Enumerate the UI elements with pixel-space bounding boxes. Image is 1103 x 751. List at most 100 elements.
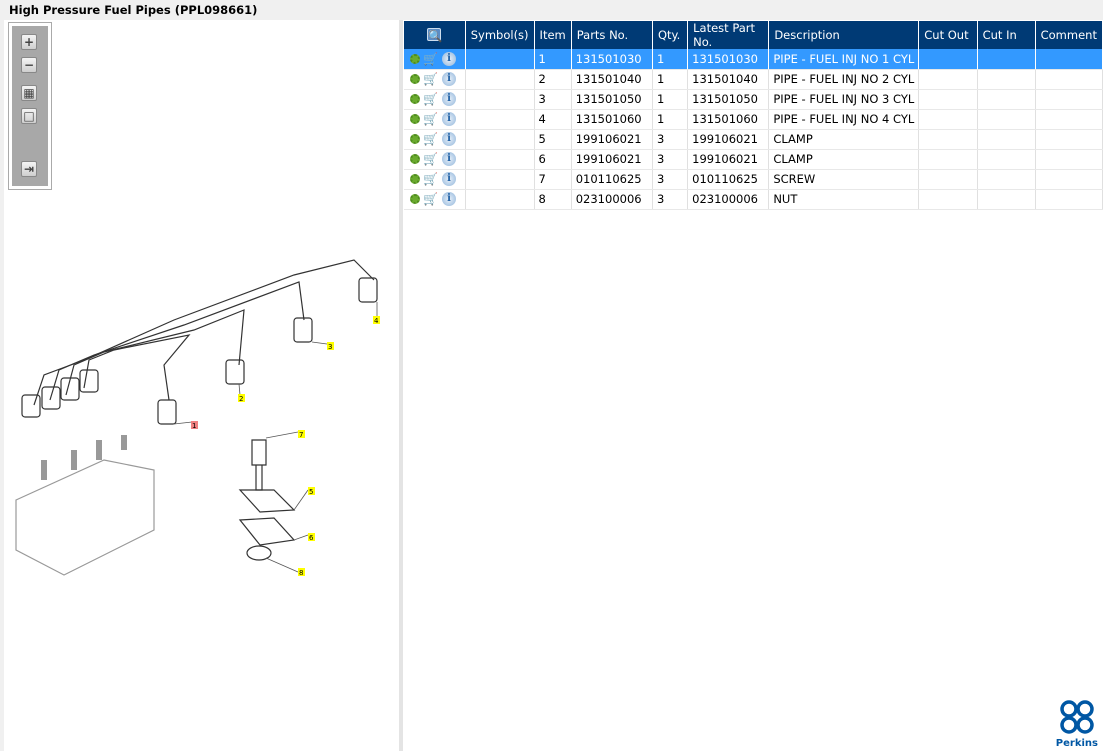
qty-cell: 1 [652, 69, 689, 90]
parts-table: 🔍 Symbol(s) Item Parts No. Qty. Latest P… [404, 21, 1103, 210]
comment-cell [1035, 149, 1103, 170]
latest-part-no-cell: 199106021 [687, 129, 770, 150]
cut-out-cell [918, 89, 978, 110]
info-icon[interactable]: i [442, 112, 456, 127]
column-symbols[interactable]: Symbol(s) [465, 21, 535, 49]
symbols-cell [465, 69, 535, 90]
info-icon[interactable]: i [442, 52, 456, 66]
parts-no-cell: 199106021 [571, 149, 653, 170]
latest-part-no-cell: 023100006 [687, 189, 770, 210]
cut-out-cell [918, 189, 978, 210]
table-row[interactable]: 🛒 i 8 023100006 3 023100006 NUT [404, 189, 1103, 210]
gear-icon[interactable] [410, 134, 420, 145]
callout-8[interactable]: 8 [299, 569, 303, 577]
callout-4[interactable]: 4 [374, 317, 379, 325]
description-cell: PIPE - FUEL INJ NO 2 CYL [768, 69, 920, 90]
table-row[interactable]: 🛒 i 2 131501040 1 131501040 PIPE - FUEL I… [404, 69, 1103, 90]
callout-6[interactable]: 6 [309, 534, 314, 542]
zoom-in-button[interactable]: + [21, 34, 37, 50]
gear-icon[interactable] [410, 154, 420, 165]
cut-out-cell [918, 109, 978, 130]
diagram-panel[interactable]: + − ▦ □ ⇥ 1 2 3 4 5 6 7 8 [4, 20, 399, 751]
table-row[interactable]: 🛒 i 4 131501060 1 131501060 PIPE - FUEL I… [404, 109, 1103, 130]
callout-7[interactable]: 7 [299, 431, 303, 439]
fit-window-button[interactable]: □ [21, 108, 37, 124]
cart-icon[interactable]: 🛒 [423, 153, 439, 165]
gear-icon[interactable] [410, 114, 420, 125]
column-cut-in[interactable]: Cut In [977, 21, 1036, 49]
cart-icon[interactable]: 🛒 [423, 113, 439, 125]
table-row[interactable]: 🛒 i 1 131501030 1 131501030 PIPE - FUEL I… [404, 49, 1103, 70]
viewer-toolbar: + − ▦ □ ⇥ [8, 22, 52, 190]
info-icon[interactable]: i [442, 132, 456, 147]
cart-icon[interactable]: 🛒 [423, 73, 439, 85]
cut-out-cell [918, 49, 978, 70]
parts-no-cell: 010110625 [571, 169, 653, 190]
item-cell: 3 [534, 89, 572, 110]
fit-all-button[interactable]: ▦ [21, 85, 37, 101]
cart-icon[interactable]: 🛒 [423, 133, 439, 145]
cut-in-cell [977, 169, 1036, 190]
parts-no-cell: 131501030 [571, 49, 653, 70]
column-filter-icon[interactable]: 🔍 [404, 21, 466, 49]
table-row[interactable]: 🛒 i 6 199106021 3 199106021 CLAMP [404, 149, 1103, 170]
latest-part-no-cell: 131501030 [687, 49, 770, 70]
table-row[interactable]: 🛒 i 5 199106021 3 199106021 CLAMP [404, 129, 1103, 150]
gear-icon[interactable] [410, 174, 420, 185]
cart-icon[interactable]: 🛒 [423, 93, 439, 105]
cut-in-cell [977, 129, 1036, 150]
cut-out-cell [918, 149, 978, 170]
table-row[interactable]: 🛒 i 7 010110625 3 010110625 SCREW [404, 169, 1103, 190]
column-cut-out[interactable]: Cut Out [918, 21, 978, 49]
parts-no-cell: 199106021 [571, 129, 653, 150]
info-icon[interactable]: i [442, 152, 456, 167]
gear-icon[interactable] [410, 194, 420, 205]
latest-part-no-cell: 131501040 [687, 69, 770, 90]
symbols-cell [465, 109, 535, 130]
parts-no-cell: 023100006 [571, 189, 653, 210]
info-icon[interactable]: i [442, 172, 456, 187]
symbols-cell [465, 49, 535, 70]
info-icon[interactable]: i [442, 72, 456, 87]
cut-in-cell [977, 69, 1036, 90]
column-latest-part-no[interactable]: Latest Part No. [687, 21, 770, 49]
callout-1[interactable]: 1 [192, 422, 196, 430]
callout-3[interactable]: 3 [328, 343, 332, 351]
parts-no-cell: 131501060 [571, 109, 653, 130]
symbols-cell [465, 169, 535, 190]
gear-icon[interactable] [410, 94, 420, 105]
gear-icon[interactable] [410, 74, 420, 85]
latest-part-no-cell: 131501050 [687, 89, 770, 110]
comment-cell [1035, 69, 1103, 90]
perkins-logo: Perkins [1056, 699, 1098, 749]
description-cell: PIPE - FUEL INJ NO 3 CYL [768, 89, 920, 110]
cut-out-cell [918, 169, 978, 190]
info-icon[interactable]: i [442, 192, 456, 207]
table-row[interactable]: 🛒 i 3 131501050 1 131501050 PIPE - FUEL I… [404, 89, 1103, 110]
zoom-out-button[interactable]: − [21, 57, 37, 73]
item-cell: 6 [534, 149, 572, 170]
description-cell: NUT [768, 189, 920, 210]
callouts: 1 2 3 4 5 6 7 8 [191, 316, 380, 577]
cart-icon[interactable]: 🛒 [423, 193, 439, 205]
column-qty[interactable]: Qty. [652, 21, 689, 49]
cart-icon[interactable]: 🛒 [423, 53, 439, 65]
export-button[interactable]: ⇥ [21, 161, 37, 177]
symbols-cell [465, 149, 535, 170]
item-cell: 5 [534, 129, 572, 150]
cart-icon[interactable]: 🛒 [423, 173, 439, 185]
column-item[interactable]: Item [534, 21, 572, 49]
callout-2[interactable]: 2 [239, 395, 243, 403]
exploded-diagram: 1 2 3 4 5 6 7 8 [15, 259, 380, 577]
column-description[interactable]: Description [768, 21, 920, 49]
info-icon[interactable]: i [442, 92, 456, 107]
latest-part-no-cell: 131501060 [687, 109, 770, 130]
description-cell: SCREW [768, 169, 920, 190]
callout-5[interactable]: 5 [309, 488, 313, 496]
comment-cell [1035, 189, 1103, 210]
column-parts-no[interactable]: Parts No. [571, 21, 653, 49]
gear-icon[interactable] [410, 54, 420, 64]
description-cell: CLAMP [768, 149, 920, 170]
column-comment[interactable]: Comment [1035, 21, 1103, 49]
symbols-cell [465, 89, 535, 110]
